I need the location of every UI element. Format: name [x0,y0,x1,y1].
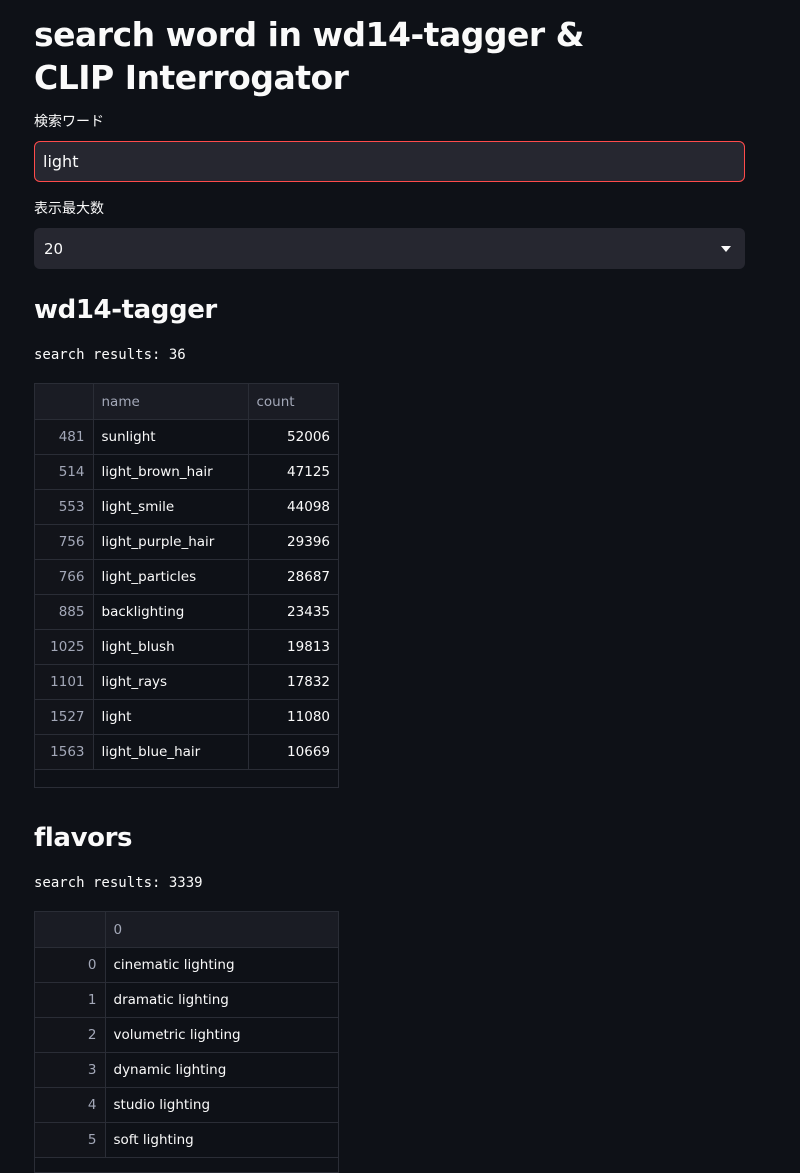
tag-name-cell[interactable]: light_blush [93,629,249,665]
row-index: 1 [35,982,106,1018]
row-index: 5 [35,1122,106,1158]
flavors-heading: flavors [34,823,133,853]
tag-name-cell[interactable]: light_smile [93,489,249,525]
flavor-cell[interactable]: studio lighting [105,1087,338,1123]
table-row[interactable]: 5 soft lighting [35,1122,338,1158]
tag-name-cell[interactable]: backlighting [93,594,249,630]
row-index: 766 [35,559,94,595]
flavor-cell[interactable]: cinematic lighting [105,947,338,983]
max-display-value[interactable]: 20 [44,240,63,258]
table-row[interactable]: 481 sunlight 52006 [35,419,338,455]
table-row[interactable]: 3 dynamic lighting [35,1052,338,1088]
tag-count-cell[interactable]: 10669 [248,734,338,770]
tag-count-cell[interactable]: 52006 [248,419,338,455]
table-row[interactable]: 2 volumetric lighting [35,1017,338,1053]
flavors-table[interactable]: 0 0 cinematic lighting 1 dramatic lighting 2… [34,911,339,1173]
tag-count-cell[interactable]: 11080 [248,699,338,735]
table-row[interactable]: 1025 light_blush 19813 [35,629,338,665]
table-row[interactable]: 1527 light 11080 [35,699,338,735]
max-display-select[interactable]: 20 [34,228,745,269]
table-row[interactable]: 1101 light_rays 17832 [35,664,338,700]
flavors-result-count: search results: 3339 [34,875,203,891]
table-row[interactable]: 885 backlighting 23435 [35,594,338,630]
table-row[interactable]: 0 cinematic lighting [35,947,338,983]
count-header[interactable]: count [248,384,338,420]
wd14-result-count: search results: 36 [34,347,186,363]
tag-name-cell[interactable]: light_purple_hair [93,524,249,560]
row-index: 553 [35,489,94,525]
row-index: 2 [35,1017,106,1053]
table-row[interactable]: 766 light_particles 28687 [35,559,338,595]
row-index: 1101 [35,664,94,700]
page-title: search word in wd14-tagger & CLIP Interr… [34,15,584,97]
table-row[interactable]: 553 light_smile 44098 [35,489,338,525]
index-header[interactable] [35,384,94,420]
tag-name-cell[interactable]: light_blue_hair [93,734,249,770]
tag-name-cell[interactable]: light [93,699,249,735]
search-input-value[interactable]: light [43,152,78,171]
max-display-label: 表示最大数 [34,201,104,217]
search-label: 検索ワード [34,114,104,130]
flavor-cell[interactable]: volumetric lighting [105,1017,338,1053]
row-index: 3 [35,1052,106,1088]
table-row[interactable]: 1 dramatic lighting [35,982,338,1018]
index-header[interactable] [35,912,106,948]
tag-count-cell[interactable]: 44098 [248,489,338,525]
tag-count-cell[interactable]: 28687 [248,559,338,595]
main-content: search word in wd14-tagger & CLIP Interr… [34,0,745,1173]
tag-count-cell[interactable]: 17832 [248,664,338,700]
row-index: 885 [35,594,94,630]
chevron-down-icon[interactable] [721,245,731,252]
flavor-cell[interactable]: dynamic lighting [105,1052,338,1088]
tag-name-cell[interactable]: sunlight [93,419,249,455]
search-input[interactable]: light [34,141,745,182]
tag-count-cell[interactable]: 23435 [248,594,338,630]
table-row[interactable]: 1563 light_blue_hair 10669 [35,734,338,770]
flavor-cell[interactable]: dramatic lighting [105,982,338,1018]
tag-count-cell[interactable]: 29396 [248,524,338,560]
tag-count-cell[interactable]: 47125 [248,454,338,490]
row-index: 1563 [35,734,94,770]
table-row[interactable]: 514 light_brown_hair 47125 [35,454,338,490]
name-header[interactable]: name [93,384,249,420]
tag-name-cell[interactable]: light_particles [93,559,249,595]
row-index: 481 [35,419,94,455]
row-index: 1025 [35,629,94,665]
tag-count-cell[interactable]: 19813 [248,629,338,665]
table-header-row: name count [35,384,338,420]
value-header[interactable]: 0 [105,912,338,948]
row-index: 756 [35,524,94,560]
row-index: 514 [35,454,94,490]
table-row[interactable]: 4 studio lighting [35,1087,338,1123]
row-index: 1527 [35,699,94,735]
tag-name-cell[interactable]: light_brown_hair [93,454,249,490]
flavor-cell[interactable]: soft lighting [105,1122,338,1158]
table-header-row: 0 [35,912,338,948]
row-index: 0 [35,947,106,983]
tag-name-cell[interactable]: light_rays [93,664,249,700]
table-row[interactable]: 756 light_purple_hair 29396 [35,524,338,560]
row-index: 4 [35,1087,106,1123]
wd14-table[interactable]: name count 481 sunlight 52006 514 light_brow… [34,383,339,788]
wd14-heading: wd14-tagger [34,295,217,325]
